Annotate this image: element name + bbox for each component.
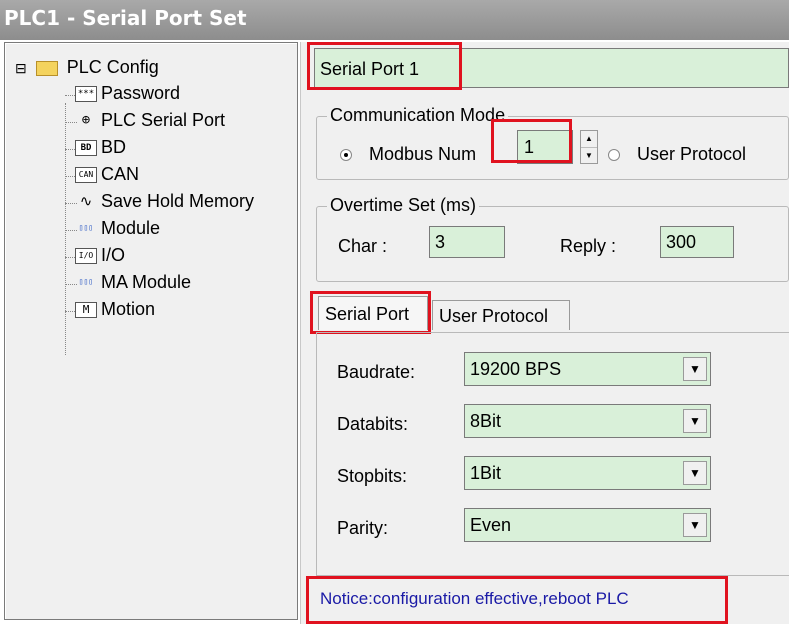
password-icon: *** — [75, 86, 97, 103]
tree-connector-line — [65, 103, 66, 355]
dropdown-arrow-icon[interactable]: ▼ — [683, 513, 707, 537]
save-hold-memory-icon: ∿ — [79, 192, 93, 211]
window-title-bar: PLC1 - Serial Port Set — [0, 0, 789, 40]
modbus-num-label: Modbus Num — [369, 144, 477, 164]
tree-item-io[interactable]: I/O I/O — [75, 243, 125, 267]
modbus-radio-option[interactable]: Modbus Num — [340, 144, 476, 165]
window-title: PLC1 - Serial Port Set — [4, 6, 247, 30]
tab-user-protocol-label: User Protocol — [439, 306, 549, 326]
tree-item-password[interactable]: *** Password — [75, 81, 180, 105]
baudrate-value: 19200 BPS — [470, 359, 562, 379]
databits-label: Databits: — [337, 414, 409, 434]
serial-port-tab-highlight — [310, 291, 431, 334]
char-label: Char : — [338, 236, 388, 256]
char-timeout-input[interactable]: 3 — [429, 226, 505, 258]
tree-item-label: Motion — [101, 299, 156, 319]
tree-item-motion[interactable]: M Motion — [75, 297, 155, 321]
folder-icon — [35, 60, 58, 76]
can-icon: CAN — [75, 167, 97, 184]
ma-module-icon: ▯▯▯ — [78, 277, 94, 287]
tree-item-label: Password — [101, 83, 181, 103]
serial-port-highlight — [307, 42, 462, 90]
spin-down-icon[interactable]: ▼ — [581, 148, 597, 164]
tree-item-save-hold-memory[interactable]: ∿ Save Hold Memory — [75, 189, 254, 213]
motion-icon: M — [75, 302, 97, 319]
reply-timeout-input[interactable]: 300 — [660, 226, 734, 258]
tree-item-module[interactable]: ▯▯▯ Module — [75, 216, 160, 240]
reply-label: Reply : — [560, 236, 617, 256]
stopbits-label: Stopbits: — [337, 466, 408, 486]
serial-port-icon: ⊕ — [81, 112, 91, 129]
dropdown-arrow-icon[interactable]: ▼ — [683, 409, 707, 433]
tree-item-bd[interactable]: BD BD — [75, 135, 126, 159]
overtime-set-legend: Overtime Set (ms) — [327, 195, 480, 216]
modbus-radio-button[interactable] — [340, 149, 352, 162]
spin-up-icon[interactable]: ▲ — [581, 131, 597, 148]
parity-value: Even — [470, 515, 512, 535]
tree-expander-icon[interactable]: ⊟ — [15, 60, 27, 76]
user-protocol-radio-label: User Protocol — [637, 144, 747, 164]
char-timeout-value: 3 — [435, 232, 446, 252]
dropdown-arrow-icon[interactable]: ▼ — [683, 357, 707, 381]
bd-icon: BD — [75, 140, 97, 157]
modbus-num-highlight — [491, 119, 572, 163]
io-icon: I/O — [75, 248, 97, 265]
databits-dropdown[interactable]: 8Bit ▼ — [464, 404, 711, 438]
tab-user-protocol[interactable]: User Protocol — [432, 300, 570, 330]
tree-root-label: PLC Config — [66, 57, 159, 77]
tree-item-ma-module[interactable]: ▯▯▯ MA Module — [75, 270, 191, 294]
tree-item-label: BD — [101, 137, 127, 157]
modbus-num-spinner[interactable]: ▲ ▼ — [580, 130, 598, 164]
dropdown-arrow-icon[interactable]: ▼ — [683, 461, 707, 485]
tree-item-label: Module — [101, 218, 161, 238]
parity-dropdown[interactable]: Even ▼ — [464, 508, 711, 542]
databits-value: 8Bit — [470, 411, 502, 431]
tree-root-plc-config[interactable]: ⊟ PLC Config — [15, 55, 159, 79]
user-protocol-radio-option[interactable]: User Protocol — [608, 144, 746, 165]
tree-item-can[interactable]: CAN CAN — [75, 162, 139, 186]
config-tree-panel: ⊟ PLC Config *** Password ⊕ PLC Serial Por… — [4, 42, 298, 620]
tree-item-label: PLC Serial Port — [101, 110, 226, 130]
parity-label: Parity: — [337, 518, 389, 538]
baudrate-dropdown[interactable]: 19200 BPS ▼ — [464, 352, 711, 386]
reply-timeout-value: 300 — [666, 232, 697, 252]
module-icon: ▯▯▯ — [78, 223, 94, 233]
user-protocol-radio-button[interactable] — [608, 149, 620, 162]
tree-item-label: I/O — [101, 245, 126, 265]
communication-mode-legend: Communication Mode — [327, 105, 509, 126]
tree-item-label: CAN — [101, 164, 140, 184]
tree-item-label: Save Hold Memory — [101, 191, 255, 211]
tree-item-plc-serial-port[interactable]: ⊕ PLC Serial Port — [75, 108, 225, 132]
notice-highlight — [306, 576, 728, 624]
baudrate-label: Baudrate: — [337, 362, 416, 382]
stopbits-value: 1Bit — [470, 463, 502, 483]
stopbits-dropdown[interactable]: 1Bit ▼ — [464, 456, 711, 490]
tree-item-label: MA Module — [101, 272, 192, 292]
